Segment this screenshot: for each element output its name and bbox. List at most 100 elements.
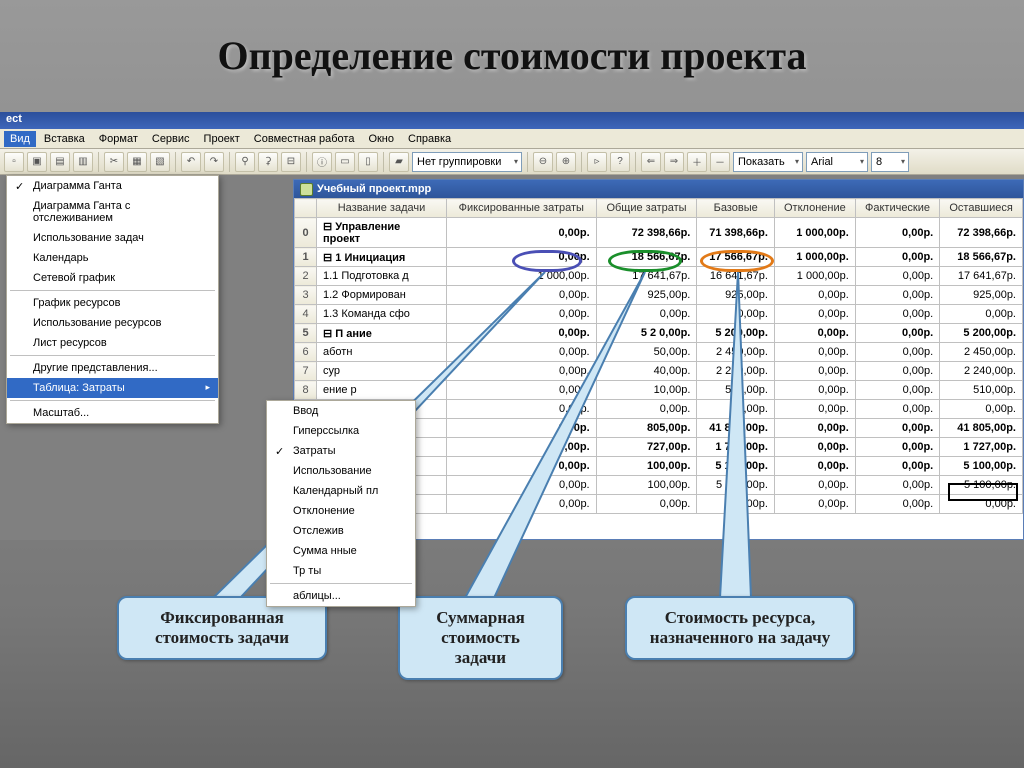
cell[interactable]: 925,00р. — [596, 286, 697, 305]
cell[interactable]: 1 000,00р. — [774, 267, 855, 286]
cell[interactable]: 2 — [295, 267, 317, 286]
cell[interactable]: 5 100,00р. — [697, 476, 775, 495]
cell[interactable]: 16 641,67р. — [697, 267, 775, 286]
tb-copy-icon[interactable]: ▦ — [127, 152, 147, 172]
view-menu-item[interactable]: Таблица: Затраты — [7, 378, 218, 398]
cell[interactable]: 5 — [295, 324, 317, 343]
cell[interactable]: 0,00р. — [855, 495, 939, 514]
tb-redo-icon[interactable]: ↷ — [204, 152, 224, 172]
cell[interactable]: 72 398,66р. — [940, 218, 1023, 248]
cell[interactable]: 0,00р. — [774, 305, 855, 324]
menu-collab[interactable]: Совместная работа — [248, 131, 361, 147]
table-row[interactable]: 5⊟ П ание0,00р.5 2 0,00р.5 200,00р.0,00р… — [295, 324, 1023, 343]
cell[interactable]: 0,00р. — [855, 362, 939, 381]
table-submenu-item[interactable]: Отслежив — [267, 521, 415, 541]
cell[interactable]: 1 727,00р. — [940, 438, 1023, 457]
cell[interactable]: 0,00р. — [447, 419, 597, 438]
cell[interactable]: ение р — [317, 381, 447, 400]
cell[interactable]: 0,00р. — [697, 495, 775, 514]
view-menu-item[interactable]: Использование задач — [7, 228, 218, 248]
view-menu-item[interactable]: Диаграмма Ганта — [7, 176, 218, 196]
cell[interactable]: 805,00р. — [596, 419, 697, 438]
cell[interactable]: 17 641,67р. — [940, 267, 1023, 286]
cell[interactable]: 925,00р. — [940, 286, 1023, 305]
tb-zoomin-icon[interactable]: ⊕ — [556, 152, 576, 172]
cell[interactable]: 7 — [295, 362, 317, 381]
cell[interactable]: 0,00р. — [855, 400, 939, 419]
font-combo[interactable]: Arial — [806, 152, 868, 172]
cell[interactable]: 0,00р. — [774, 419, 855, 438]
col-header[interactable]: Базовые — [697, 199, 775, 218]
cell[interactable]: 100,00р. — [596, 476, 697, 495]
menubar[interactable]: Вид Вставка Формат Сервис Проект Совмест… — [0, 129, 1024, 149]
cell[interactable]: 18 566,67р. — [596, 248, 697, 267]
cell[interactable]: 17 566,67р. — [697, 248, 775, 267]
cell[interactable]: 0 — [295, 218, 317, 248]
cell[interactable]: 0,00р. — [447, 286, 597, 305]
cell[interactable]: 0,00р. — [855, 343, 939, 362]
cell[interactable]: 3 — [295, 286, 317, 305]
cell[interactable]: 0,00р. — [447, 362, 597, 381]
table-row[interactable]: 1⊟ 1 Инициация0,00р.18 566,67р.17 566,67… — [295, 248, 1023, 267]
table-submenu[interactable]: ВводГиперссылкаЗатратыИспользованиеКален… — [266, 400, 416, 607]
tb-indent-icon[interactable]: － — [710, 152, 730, 172]
cell[interactable]: ⊟ Управление проект — [317, 218, 447, 248]
table-row[interactable]: 21.1 Подготовка д1 000,00р.17 641,67р.16… — [295, 267, 1023, 286]
table-submenu-item[interactable]: Гиперссылка — [267, 421, 415, 441]
cell[interactable]: 0,00р. — [855, 248, 939, 267]
cell[interactable]: 0,00р. — [596, 305, 697, 324]
cell[interactable]: 0,00р. — [697, 400, 775, 419]
cell[interactable]: 0,00р. — [447, 324, 597, 343]
menu-window[interactable]: Окно — [362, 131, 400, 147]
cell[interactable]: 41 805,00р. — [697, 419, 775, 438]
col-header[interactable]: Оставшиеся — [940, 199, 1023, 218]
view-menu-item[interactable]: Календарь — [7, 248, 218, 268]
cell[interactable]: 0,00р. — [447, 476, 597, 495]
cell[interactable]: ⊟ П ание — [317, 324, 447, 343]
tb-undo-icon[interactable]: ↶ — [181, 152, 201, 172]
cell[interactable]: 1.2 Формирован — [317, 286, 447, 305]
cell[interactable]: 0,00р. — [940, 400, 1023, 419]
cell[interactable]: 0,00р. — [596, 400, 697, 419]
cell[interactable]: 0,00р. — [697, 305, 775, 324]
cell[interactable]: 0,00р. — [855, 419, 939, 438]
table-submenu-item[interactable]: Ввод — [267, 401, 415, 421]
col-header[interactable]: Отклонение — [774, 199, 855, 218]
show-combo[interactable]: Показать — [733, 152, 803, 172]
cell[interactable]: 0,00р. — [855, 381, 939, 400]
table-submenu-item[interactable]: Тр ты — [267, 561, 415, 581]
cell[interactable]: 0,00р. — [774, 381, 855, 400]
view-menu-item[interactable]: Сетевой график — [7, 268, 218, 288]
table-row[interactable]: 8ение р0,00р.10,00р.510,00р.0,00р.0,00р.… — [295, 381, 1023, 400]
table-row[interactable]: 41.3 Команда сфо0,00р.0,00р.0,00р.0,00р.… — [295, 305, 1023, 324]
cell[interactable]: 10,00р. — [596, 381, 697, 400]
tb-publish-icon[interactable]: ▰ — [389, 152, 409, 172]
tb-note-icon[interactable]: ▭ — [335, 152, 355, 172]
group-combo[interactable]: Нет группировки — [412, 152, 522, 172]
cell[interactable]: 0,00р. — [447, 438, 597, 457]
tb-info-icon[interactable]: ⓘ — [312, 152, 332, 172]
tb-paste-icon[interactable]: ▧ — [150, 152, 170, 172]
cell[interactable]: 0,00р. — [447, 495, 597, 514]
menu-help[interactable]: Справка — [402, 131, 457, 147]
view-menu-item[interactable]: Масштаб... — [7, 403, 218, 423]
cell[interactable]: 0,00р. — [447, 248, 597, 267]
cell[interactable]: 0,00р. — [940, 305, 1023, 324]
cell[interactable]: 0,00р. — [774, 476, 855, 495]
cell[interactable]: 0,00р. — [774, 457, 855, 476]
menu-view[interactable]: Вид — [4, 131, 36, 147]
cell[interactable]: 0,00р. — [855, 438, 939, 457]
table-submenu-item[interactable]: Календарный пл — [267, 481, 415, 501]
tb-unlink-icon[interactable]: ⚳ — [258, 152, 278, 172]
col-header[interactable]: Общие затраты — [596, 199, 697, 218]
col-header[interactable]: Фиксированные затраты — [447, 199, 597, 218]
table-row[interactable]: 7сур0,00р.40,00р.2 240,00р.0,00р.0,00р.2… — [295, 362, 1023, 381]
table-row[interactable]: 6аботн0,00р.50,00р.2 450,00р.0,00р.0,00р… — [295, 343, 1023, 362]
cell[interactable]: 5 2 0,00р. — [596, 324, 697, 343]
cell[interactable]: 1 000,00р. — [447, 267, 597, 286]
cell[interactable]: 2 240,00р. — [940, 362, 1023, 381]
cell[interactable]: 0,00р. — [855, 218, 939, 248]
cell[interactable]: аботн — [317, 343, 447, 362]
menu-insert[interactable]: Вставка — [38, 131, 91, 147]
cell[interactable]: 17 641,67р. — [596, 267, 697, 286]
